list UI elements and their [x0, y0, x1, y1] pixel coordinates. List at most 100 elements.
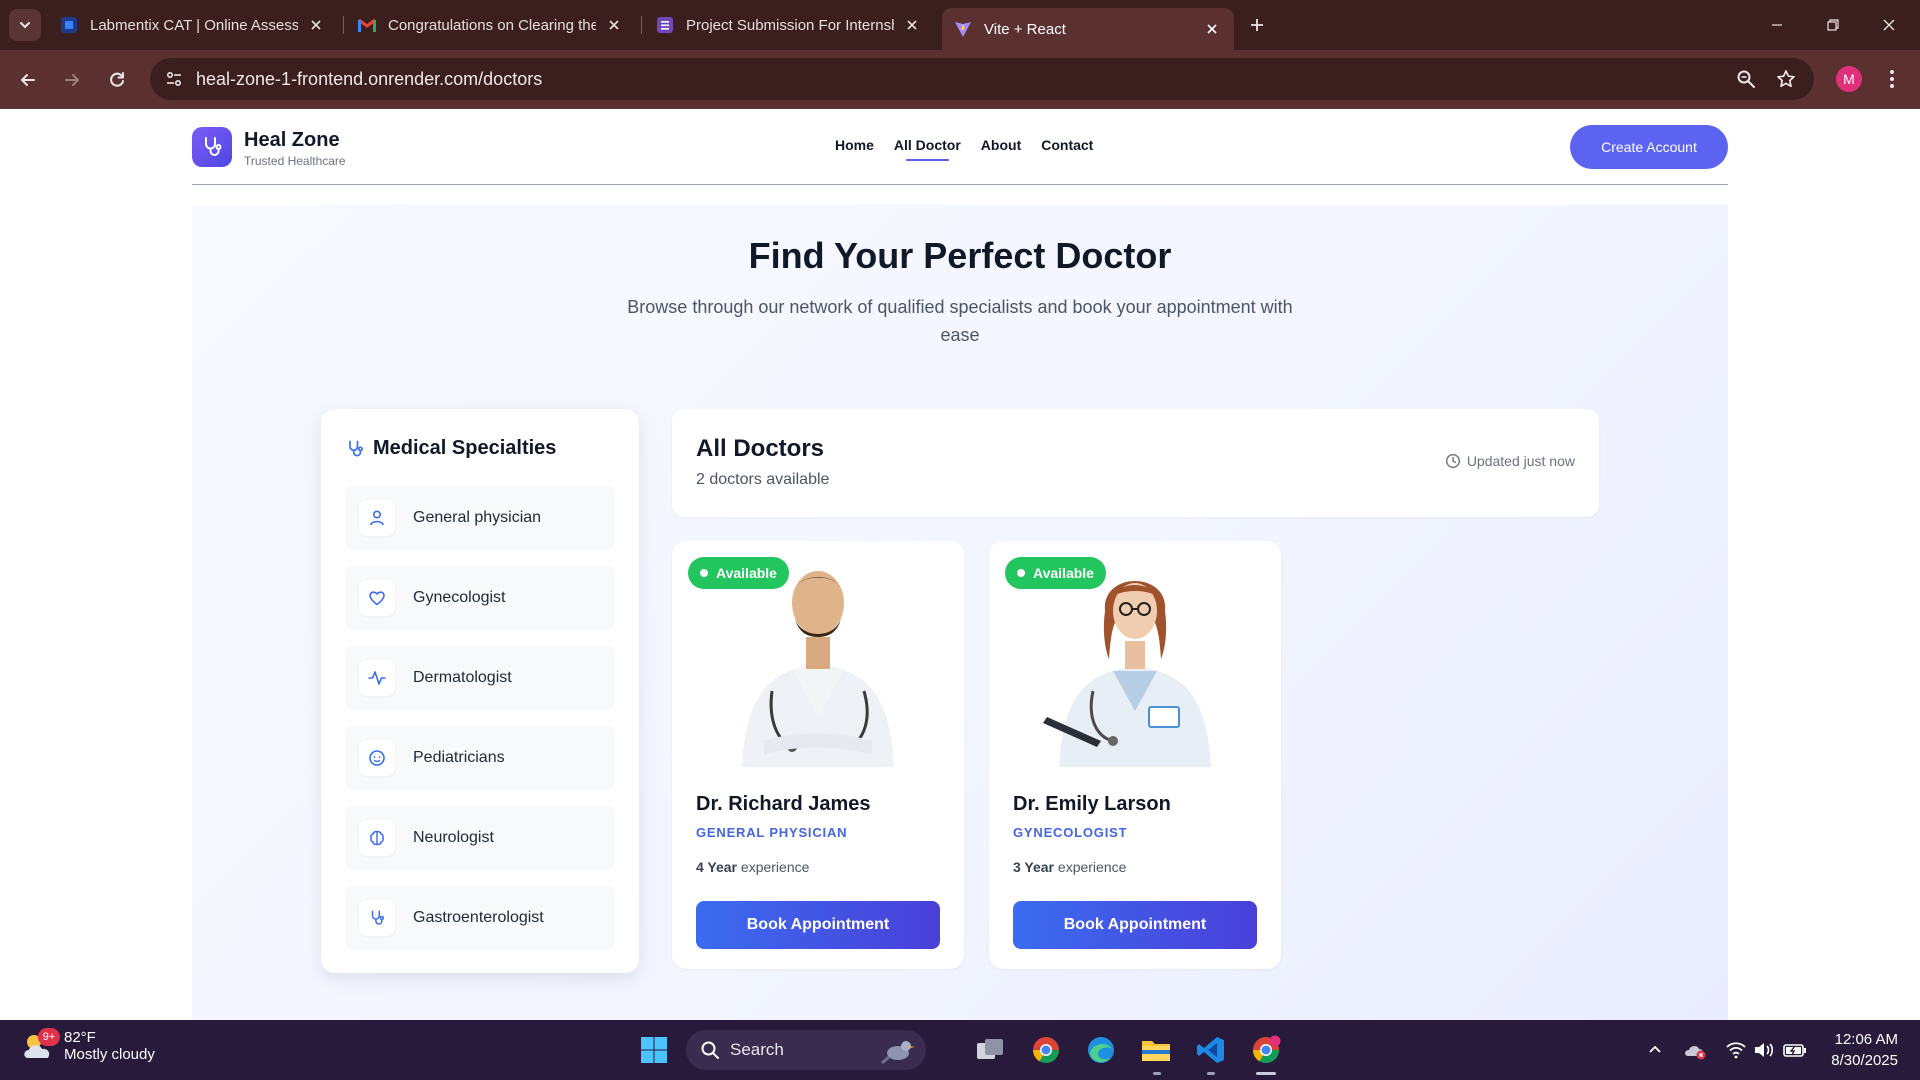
- bookmark-star-icon[interactable]: [1774, 67, 1798, 91]
- nav-contact[interactable]: Contact: [1041, 137, 1093, 159]
- stethoscope-icon: [349, 440, 363, 456]
- doctor-name: Dr. Emily Larson: [1013, 793, 1171, 815]
- specialties-panel: Medical Specialties General physician Gy…: [321, 409, 639, 973]
- chrome-icon: [1252, 1035, 1281, 1064]
- close-window-button[interactable]: [1876, 12, 1902, 38]
- search-label: Search: [730, 1040, 784, 1059]
- new-tab-button[interactable]: [1244, 12, 1270, 38]
- brand-name[interactable]: Heal Zone: [244, 129, 340, 152]
- doctors-title: All Doctors: [696, 435, 825, 462]
- speaker-icon: [1755, 1043, 1774, 1057]
- doctor-specialty: GYNECOLOGIST: [1013, 825, 1128, 840]
- taskbar-search[interactable]: Search: [686, 1030, 926, 1070]
- cloudy-weather-icon: 9+: [20, 1028, 60, 1064]
- cloud-error-icon: [1685, 1046, 1706, 1060]
- logo[interactable]: [192, 127, 232, 167]
- windows-icon: [641, 1037, 667, 1063]
- restore-button[interactable]: [1820, 12, 1846, 38]
- page-title: Find Your Perfect Doctor: [748, 235, 1172, 276]
- specialty-gastroenterologist[interactable]: Gastroenterologist: [345, 885, 615, 951]
- browser-menu-button[interactable]: [1882, 66, 1902, 92]
- updated-text: Updated just now: [1466, 453, 1575, 469]
- start-button[interactable]: [636, 1032, 672, 1068]
- specialties-title: Medical Specialties: [373, 437, 557, 459]
- running-indicator: [1153, 1072, 1161, 1075]
- experience-years: 4 Year: [696, 859, 738, 875]
- specialty-neurologist[interactable]: Neurologist: [345, 805, 615, 871]
- site-header: Heal Zone Trusted Healthcare Home All Do…: [192, 109, 1728, 185]
- edge-taskbar-button[interactable]: [1083, 1032, 1119, 1068]
- weather-widget[interactable]: 9+ 82°F Mostly cloudy: [20, 1028, 155, 1064]
- volume-tray-icon[interactable]: [1752, 1038, 1776, 1062]
- create-account-button[interactable]: Create Account: [1570, 125, 1728, 169]
- tab-vite-react[interactable]: Vite + React: [942, 8, 1234, 50]
- gmail-icon: [358, 16, 376, 34]
- specialty-label: General physician: [413, 509, 542, 526]
- close-icon[interactable]: [902, 15, 922, 35]
- clock-date: 8/30/2025: [1831, 1052, 1898, 1069]
- close-icon[interactable]: [1202, 19, 1222, 39]
- doctors-section: Find Your Perfect Doctor Browse through …: [192, 205, 1728, 1020]
- task-view-button[interactable]: [972, 1032, 1008, 1068]
- doctor-card[interactable]: Available Dr. Emily Larson GYNECOLOGIST …: [989, 541, 1281, 969]
- tab-title: Labmentix CAT | Online Assessm: [90, 16, 298, 34]
- badge-text: Available: [1033, 565, 1094, 581]
- onedrive-tray-icon[interactable]: [1683, 1038, 1707, 1062]
- reload-button[interactable]: [101, 64, 133, 96]
- vscode-icon: [1197, 1037, 1224, 1063]
- vscode-taskbar-button[interactable]: [1193, 1032, 1229, 1068]
- close-icon[interactable]: [306, 15, 326, 35]
- nav-all-doctor[interactable]: All Doctor: [894, 137, 961, 161]
- specialty-dermatologist[interactable]: Dermatologist: [345, 645, 615, 711]
- tab-labmentix[interactable]: Labmentix CAT | Online Assessm: [48, 8, 338, 42]
- chevron-up-icon: [1649, 1045, 1661, 1053]
- minimize-button[interactable]: [1764, 12, 1790, 38]
- chrome-profile-taskbar-button[interactable]: [1248, 1032, 1284, 1068]
- battery-tray-icon[interactable]: [1783, 1038, 1807, 1062]
- restore-icon: [1827, 19, 1839, 31]
- file-explorer-button[interactable]: [1138, 1032, 1174, 1068]
- status-dot: [700, 569, 708, 577]
- tab-title: Congratulations on Clearing the: [388, 16, 596, 34]
- pulse-icon: [359, 660, 395, 696]
- doctor-card[interactable]: Available Dr. Richard James GENERAL PHYS…: [672, 541, 964, 969]
- show-hidden-icons-button[interactable]: [1643, 1038, 1667, 1062]
- system-clock[interactable]: 12:06 AM 8/30/2025: [1818, 1029, 1898, 1071]
- doctors-count: 2 doctors available: [696, 471, 830, 488]
- arrow-left-icon: [21, 74, 35, 86]
- chrome-taskbar-button[interactable]: [1028, 1032, 1064, 1068]
- specialty-general-physician[interactable]: General physician: [345, 485, 615, 551]
- weather-temperature: 82°F: [64, 1029, 96, 1046]
- doctor-experience: 3 Year experience: [1013, 859, 1126, 875]
- nav-home[interactable]: Home: [835, 137, 874, 159]
- brain-icon: [359, 820, 395, 856]
- close-icon[interactable]: [604, 15, 624, 35]
- specialty-label: Dermatologist: [413, 669, 512, 686]
- running-indicator: [1207, 1072, 1215, 1075]
- wifi-tray-icon[interactable]: [1724, 1038, 1748, 1062]
- forward-button[interactable]: [56, 64, 88, 96]
- specialty-label: Pediatricians: [413, 749, 505, 766]
- tab-project-submission[interactable]: Project Submission For Internsh: [644, 8, 934, 42]
- address-bar[interactable]: heal-zone-1-frontend.onrender.com/doctor…: [150, 58, 1814, 100]
- browser-toolbar: heal-zone-1-frontend.onrender.com/doctor…: [0, 50, 1920, 109]
- nav-about[interactable]: About: [981, 137, 1021, 159]
- specialty-gynecologist[interactable]: Gynecologist: [345, 565, 615, 631]
- tab-gmail[interactable]: Congratulations on Clearing the: [346, 8, 636, 42]
- specialty-label: Gynecologist: [413, 589, 506, 606]
- doctor-specialty: GENERAL PHYSICIAN: [696, 825, 848, 840]
- back-button[interactable]: [12, 64, 44, 96]
- book-appointment-button[interactable]: Book Appointment: [696, 901, 940, 949]
- wifi-icon: [1726, 1042, 1746, 1059]
- baby-icon: [359, 740, 395, 776]
- doctor-name: Dr. Richard James: [696, 793, 871, 815]
- site-settings-icon[interactable]: [162, 67, 186, 91]
- clock-icon: [1445, 453, 1460, 469]
- edge-icon: [1088, 1037, 1114, 1063]
- tab-search-button[interactable]: [9, 9, 41, 41]
- specialty-pediatricians[interactable]: Pediatricians: [345, 725, 615, 791]
- profile-avatar[interactable]: M: [1836, 66, 1862, 92]
- zoom-icon[interactable]: [1734, 67, 1758, 91]
- book-appointment-button[interactable]: Book Appointment: [1013, 901, 1257, 949]
- minimize-icon: [1772, 24, 1782, 26]
